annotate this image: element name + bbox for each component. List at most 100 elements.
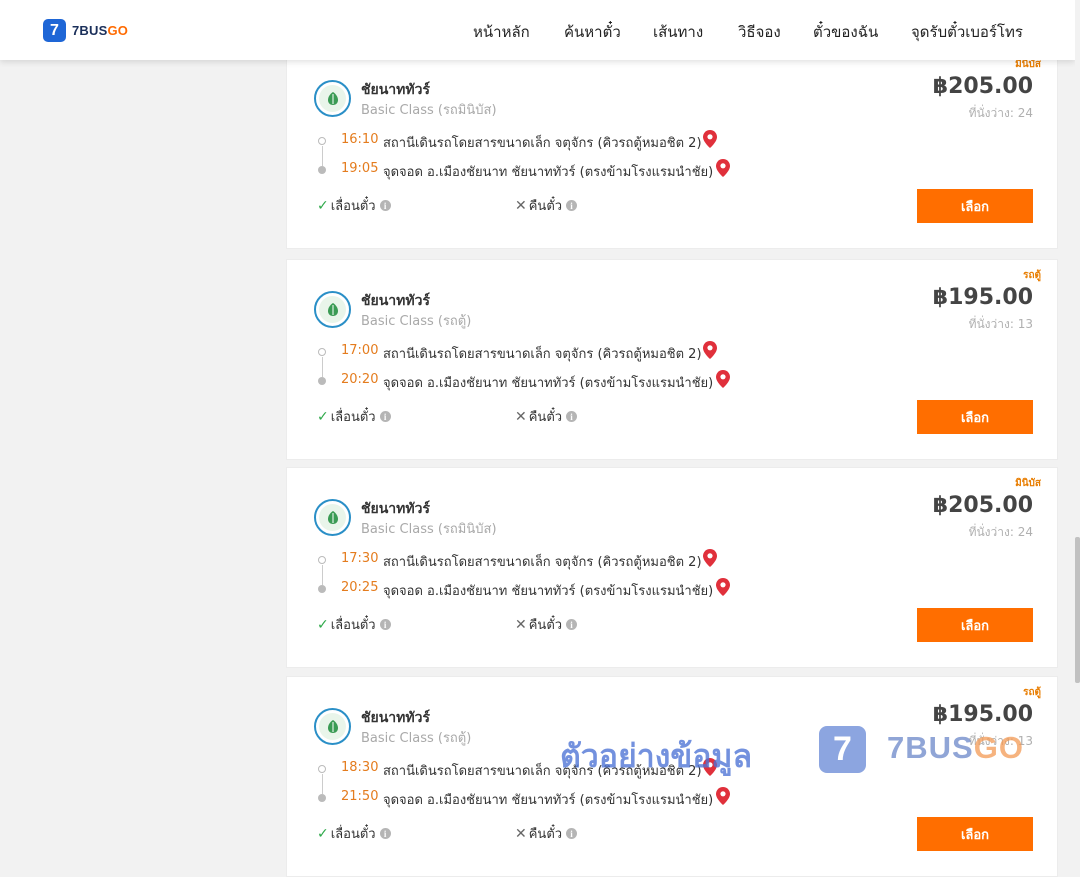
watermark-logo: 7 (819, 726, 866, 773)
departure-dot (318, 137, 326, 145)
top-header: 7 7BUSGO หน้าหลัก ค้นหาตั๋ว เส้นทาง วิธี… (0, 0, 1075, 60)
watermark-brand: 7BUSGO (887, 730, 1024, 766)
page-scrollbar[interactable] (1075, 0, 1080, 800)
trip-card: มินิบัสชัยนาททัวร์ Basic Class (รถมินิบัส… (286, 467, 1058, 668)
refund-label: คืนตั๋ว (528, 410, 563, 425)
check-icon: ✓ (317, 197, 329, 214)
info-icon[interactable]: i (566, 200, 578, 211)
info-icon[interactable]: i (379, 828, 391, 839)
departure-dot (318, 556, 326, 564)
location-pin-icon[interactable] (716, 578, 730, 596)
ticket-price: ฿205.00 (932, 74, 1033, 99)
select-trip-button[interactable]: เลือก (917, 817, 1033, 851)
bus-class: Basic Class (รถตู้) (361, 314, 472, 329)
select-trip-button[interactable]: เลือก (917, 189, 1033, 223)
main-nav: หน้าหลัก ค้นหาตั๋ว เส้นทาง วิธีจอง ตั๋วข… (0, 20, 1075, 42)
refund-label: คืนตั๋ว (528, 199, 563, 214)
reschedule-option: ✓ เลื่อนตั๋ว i (317, 823, 391, 844)
location-pin-icon[interactable] (716, 159, 730, 177)
arrival-time: 19:05 (341, 161, 379, 176)
select-trip-button[interactable]: เลือก (917, 608, 1033, 642)
cross-icon: ✕ (515, 197, 527, 214)
arrival-dot (318, 166, 326, 174)
departure-dot (318, 348, 326, 356)
cross-icon: ✕ (515, 616, 527, 633)
location-pin-icon[interactable] (703, 341, 717, 359)
arrival-time: 20:25 (341, 580, 379, 595)
leaf-icon (319, 713, 346, 740)
leaf-icon (319, 85, 346, 112)
ticket-price: ฿195.00 (932, 702, 1033, 727)
departure-dot (318, 765, 326, 773)
refund-option: ✕ คืนตั๋ว i (515, 614, 578, 635)
check-icon: ✓ (317, 616, 329, 633)
seats-available: ที่นั่งว่าง: 24 (968, 106, 1033, 120)
operator-name: ชัยนาททัวร์ (361, 293, 430, 309)
arrival-dot (318, 377, 326, 385)
reschedule-option: ✓ เลื่อนตั๋ว i (317, 195, 391, 216)
nav-how-to-book[interactable]: วิธีจอง (738, 20, 781, 44)
operator-logo (314, 80, 351, 117)
nav-my-tickets[interactable]: ตั๋วของฉัน (813, 20, 878, 44)
route-line (321, 565, 323, 585)
leaf-icon (319, 296, 346, 323)
vehicle-type-tag: รถตู้ (1023, 270, 1041, 281)
info-icon[interactable]: i (566, 828, 578, 839)
route-line (321, 774, 323, 794)
operator-name: ชัยนาททัวร์ (361, 82, 430, 98)
arrival-dot (318, 585, 326, 593)
reschedule-option: ✓ เลื่อนตั๋ว i (317, 406, 391, 427)
arrival-place: จุดจอด อ.เมืองชัยนาท ชัยนาททัวร์ (ตรงข้า… (383, 376, 714, 391)
leaf-icon (319, 504, 346, 531)
check-icon: ✓ (317, 408, 329, 425)
departure-time: 17:30 (341, 551, 379, 566)
ticket-price: ฿195.00 (932, 285, 1033, 310)
operator-logo (314, 291, 351, 328)
bus-class: Basic Class (รถตู้) (361, 731, 472, 746)
location-pin-icon[interactable] (703, 130, 717, 148)
arrival-time: 21:50 (341, 789, 379, 804)
reschedule-label: เลื่อนตั๋ว (330, 618, 376, 633)
select-trip-button[interactable]: เลือก (917, 400, 1033, 434)
bus-class: Basic Class (รถมินิบัส) (361, 522, 497, 537)
refund-option: ✕ คืนตั๋ว i (515, 823, 578, 844)
info-icon[interactable]: i (566, 619, 578, 630)
scrollbar-thumb[interactable] (1075, 537, 1080, 683)
operator-logo (314, 708, 351, 745)
location-pin-icon[interactable] (703, 549, 717, 567)
cross-icon: ✕ (515, 408, 527, 425)
trip-card: มินิบัส ชัยนาททัวร์ Basic Class (รถมินิบัส… (286, 48, 1058, 249)
nav-home[interactable]: หน้าหลัก (473, 20, 530, 44)
info-icon[interactable]: i (379, 200, 391, 211)
arrival-dot (318, 794, 326, 802)
operator-name: ชัยนาททัวร์ (361, 710, 430, 726)
info-icon[interactable]: i (379, 619, 391, 630)
info-icon[interactable]: i (566, 411, 578, 422)
nav-routes[interactable]: เส้นทาง (653, 20, 703, 44)
arrival-place: จุดจอด อ.เมืองชัยนาท ชัยนาททัวร์ (ตรงข้า… (383, 165, 714, 180)
location-pin-icon[interactable] (716, 787, 730, 805)
info-icon[interactable]: i (379, 411, 391, 422)
watermark-brand-primary: 7BUS (887, 730, 974, 765)
operator-logo (314, 499, 351, 536)
departure-place: สถานีเดินรถโดยสารขนาดเล็ก จตุจักร (คิวรถ… (383, 555, 702, 570)
departure-time: 16:10 (341, 132, 379, 147)
nav-ticket-pickup[interactable]: จุดรับตั๋วเบอร์โทร (911, 20, 1023, 44)
watermark-brand-accent: GO (973, 730, 1024, 765)
departure-time: 17:00 (341, 343, 379, 358)
route-line (321, 357, 323, 377)
departure-time: 18:30 (341, 760, 379, 775)
departure-place: สถานีเดินรถโดยสารขนาดเล็ก จตุจักร (คิวรถ… (383, 136, 702, 151)
reschedule-label: เลื่อนตั๋ว (330, 827, 376, 842)
arrival-time: 20:20 (341, 372, 379, 387)
refund-option: ✕ คืนตั๋ว i (515, 406, 578, 427)
nav-search-tickets[interactable]: ค้นหาตั๋ว (564, 20, 621, 44)
location-pin-icon[interactable] (716, 370, 730, 388)
route-line (321, 146, 323, 166)
operator-name: ชัยนาททัวร์ (361, 501, 430, 517)
reschedule-option: ✓ เลื่อนตั๋ว i (317, 614, 391, 635)
arrival-place: จุดจอด อ.เมืองชัยนาท ชัยนาททัวร์ (ตรงข้า… (383, 584, 714, 599)
vehicle-type-tag: มินิบัส (1015, 478, 1041, 489)
seats-available: ที่นั่งว่าง: 13 (968, 317, 1033, 331)
refund-label: คืนตั๋ว (528, 618, 563, 633)
